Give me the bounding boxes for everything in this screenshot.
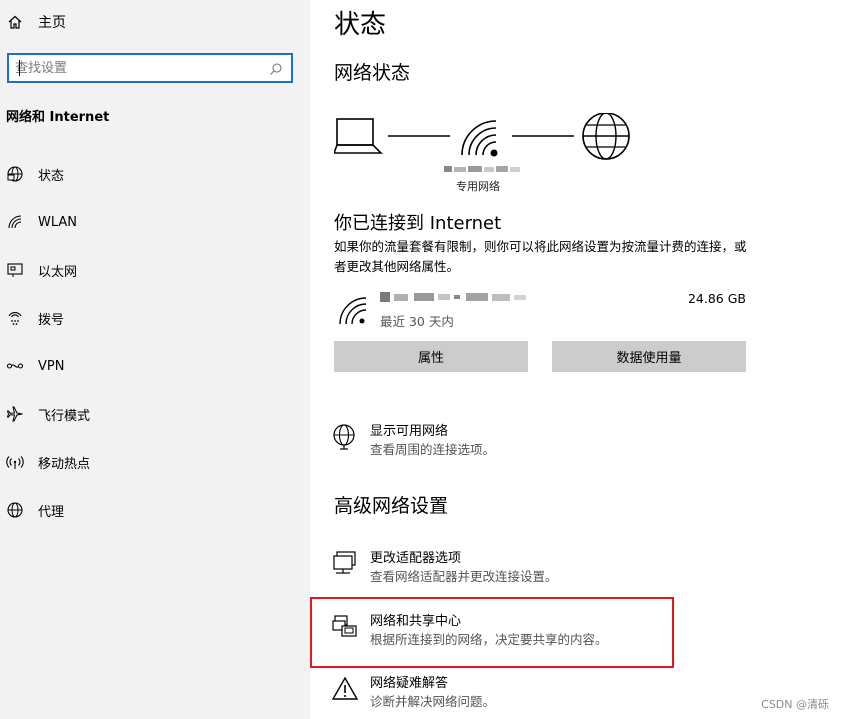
data-usage-button[interactable]: 数据使用量 — [552, 341, 746, 372]
sidebar-item-label: 状态 — [38, 168, 65, 184]
page-title: 状态 — [334, 10, 387, 40]
sidebar-item-hotspot[interactable]: 移动热点 — [6, 449, 296, 475]
sidebar-item-label: 以太网 — [38, 264, 78, 280]
sidebar-item-proxy[interactable]: 代理 — [6, 497, 296, 523]
sidebar-item-ethernet[interactable]: 以太网 — [6, 257, 296, 283]
wifi-connection-icon — [339, 297, 367, 325]
airplane-icon — [6, 405, 24, 423]
proxy-globe-icon — [6, 501, 24, 519]
home-nav-item[interactable]: 主页 — [6, 11, 66, 33]
connected-title: 你已连接到 Internet — [334, 213, 502, 234]
sidebar-item-vpn[interactable]: VPN — [6, 353, 296, 379]
search-box[interactable] — [7, 53, 293, 83]
laptop-icon — [334, 118, 383, 154]
search-icon[interactable] — [269, 61, 283, 75]
show-available-networks-link[interactable]: 显示可用网络 查看周围的连接选项。 — [332, 420, 752, 460]
router-wifi-icon — [461, 120, 498, 157]
globe-network-icon — [333, 424, 355, 450]
connection-name-redacted — [380, 292, 526, 302]
watermark: CSDN @清砾 — [761, 698, 829, 711]
sidebar-item-label: VPN — [38, 358, 65, 374]
network-type-label: 专用网络 — [456, 180, 500, 193]
change-adapter-options-link[interactable]: 更改适配器选项 查看网络适配器并更改连接设置。 — [332, 547, 752, 587]
highlight-annotation — [310, 597, 674, 668]
sidebar: 主页 网络和 Internet 状态 WLAN 以太网 拨号 — [0, 0, 310, 719]
link-description: 查看周围的连接选项。 — [370, 442, 496, 457]
main-panel: 状态 网络状态 专用网络 你已连接到 Internet 如果你的流量套餐有限制，… — [310, 0, 845, 719]
sidebar-item-wlan[interactable]: WLAN — [6, 209, 296, 235]
network-name-redacted — [444, 166, 520, 172]
sidebar-item-label: 飞行模式 — [38, 408, 91, 424]
adapter-monitor-icon — [333, 551, 356, 574]
sidebar-item-dialup[interactable]: 拨号 — [6, 305, 296, 331]
home-label: 主页 — [38, 15, 66, 31]
link-description: 诊断并解决网络问题。 — [370, 694, 496, 709]
text-caret — [19, 60, 20, 76]
home-icon — [6, 13, 24, 31]
vpn-icon — [6, 357, 24, 375]
sidebar-item-status[interactable]: 状态 — [6, 161, 296, 187]
internet-globe-icon — [582, 113, 630, 160]
section-title: 网络和 Internet — [6, 110, 110, 125]
hotspot-icon — [6, 453, 24, 471]
link-title: 更改适配器选项 — [370, 551, 462, 566]
wifi-icon — [6, 213, 24, 231]
connection-usage: 24.86 GB — [687, 291, 746, 306]
sidebar-item-label: 拨号 — [38, 312, 65, 328]
network-troubleshooter-link[interactable]: 网络疑难解答 诊断并解决网络问题。 — [332, 672, 752, 712]
ethernet-icon — [6, 261, 24, 279]
sidebar-item-airplane[interactable]: 飞行模式 — [6, 401, 296, 427]
status-globe-icon — [6, 165, 24, 183]
advanced-settings-heading: 高级网络设置 — [334, 495, 449, 517]
connected-description: 如果你的流量套餐有限制，则你可以将此网络设置为按流量计费的连接，或者更改其他网络… — [334, 239, 747, 274]
connection-period: 最近 30 天内 — [380, 314, 454, 329]
dialup-icon — [6, 309, 24, 327]
link-description: 查看网络适配器并更改连接设置。 — [370, 569, 558, 584]
search-input[interactable] — [15, 59, 265, 77]
sidebar-item-label: WLAN — [38, 214, 78, 230]
warning-triangle-icon — [332, 676, 358, 700]
properties-button[interactable]: 属性 — [334, 341, 528, 372]
link-title: 显示可用网络 — [370, 424, 449, 439]
sidebar-item-label: 代理 — [38, 504, 65, 520]
network-status-heading: 网络状态 — [334, 62, 411, 84]
link-title: 网络疑难解答 — [370, 676, 449, 691]
sidebar-item-label: 移动热点 — [38, 456, 91, 472]
